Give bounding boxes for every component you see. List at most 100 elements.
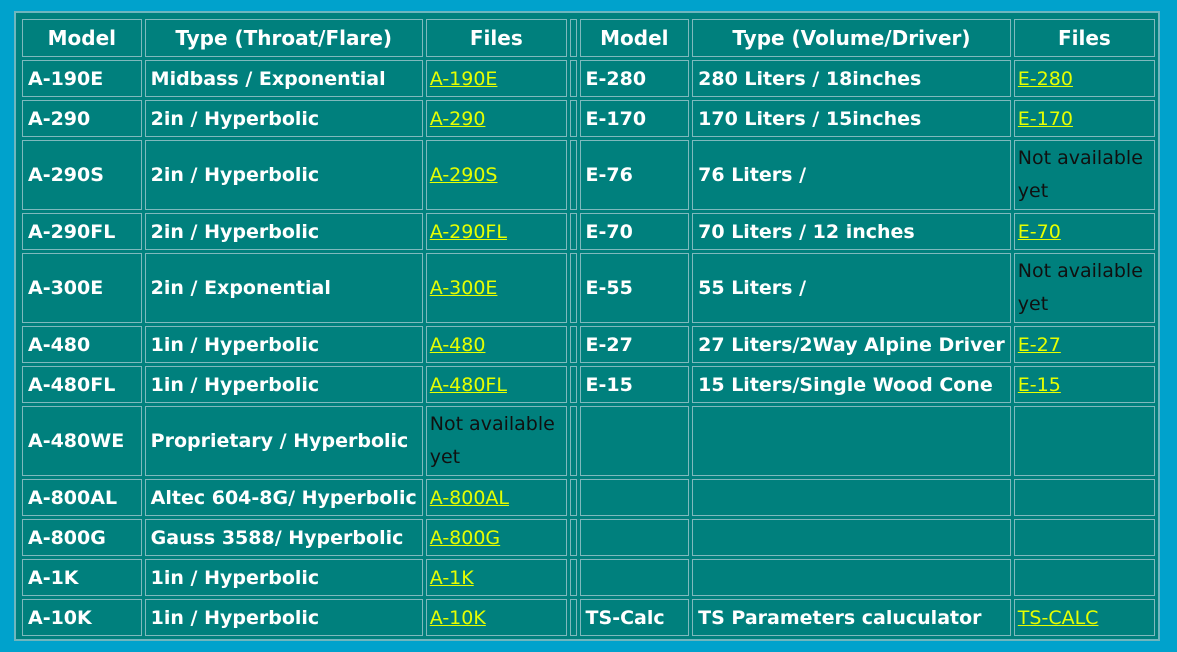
left-model-cell: A-190E bbox=[22, 60, 142, 97]
left-files-cell: A-480 bbox=[425, 326, 567, 363]
right-model-cell: E-55 bbox=[579, 253, 690, 323]
right-model-cell bbox=[579, 406, 690, 476]
left-type-cell: Altec 604-8G/ Hyperbolic bbox=[144, 479, 423, 516]
left-files-cell: A-290FL bbox=[425, 213, 567, 250]
right-type-cell bbox=[692, 479, 1011, 516]
file-link[interactable]: E-280 bbox=[1018, 68, 1073, 90]
right-type-cell: 15 Liters/Single Wood Cone bbox=[692, 366, 1011, 403]
file-link[interactable]: A-290FL bbox=[430, 221, 507, 243]
file-link[interactable]: E-70 bbox=[1018, 221, 1061, 243]
model-table: Model Type (Throat/Flare) Files Model Ty… bbox=[19, 16, 1158, 639]
header-right-model: Model bbox=[579, 19, 690, 57]
left-model-cell: A-300E bbox=[22, 253, 142, 323]
left-model-cell: A-290 bbox=[22, 100, 142, 137]
right-type-cell: 70 Liters / 12 inches bbox=[692, 213, 1011, 250]
column-separator bbox=[569, 599, 577, 636]
left-model-cell: A-290S bbox=[22, 140, 142, 210]
file-link[interactable]: A-800G bbox=[430, 527, 500, 549]
right-type-cell bbox=[692, 519, 1011, 556]
left-type-cell: 2in / Hyperbolic bbox=[144, 140, 423, 210]
right-model-cell: E-15 bbox=[579, 366, 690, 403]
right-type-cell: 55 Liters / bbox=[692, 253, 1011, 323]
right-files-cell: E-27 bbox=[1013, 326, 1155, 363]
left-model-cell: A-290FL bbox=[22, 213, 142, 250]
right-type-cell bbox=[692, 559, 1011, 596]
left-files-cell: A-800AL bbox=[425, 479, 567, 516]
right-type-cell bbox=[692, 406, 1011, 476]
file-link[interactable]: E-170 bbox=[1018, 108, 1073, 130]
right-type-cell: 27 Liters/2Way Alpine Driver bbox=[692, 326, 1011, 363]
column-separator bbox=[569, 366, 577, 403]
left-files-cell: A-300E bbox=[425, 253, 567, 323]
left-files-cell: A-290 bbox=[425, 100, 567, 137]
right-files-cell: E-70 bbox=[1013, 213, 1155, 250]
left-files-cell: A-800G bbox=[425, 519, 567, 556]
right-type-cell: TS Parameters caluculator bbox=[692, 599, 1011, 636]
not-available-text: Not available yet bbox=[1017, 147, 1143, 202]
left-model-cell: A-480WE bbox=[22, 406, 142, 476]
right-files-cell bbox=[1013, 519, 1155, 556]
file-link[interactable]: A-480 bbox=[430, 334, 486, 356]
left-type-cell: 1in / Hyperbolic bbox=[144, 559, 423, 596]
header-row: Model Type (Throat/Flare) Files Model Ty… bbox=[22, 19, 1155, 57]
file-link[interactable]: TS-CALC bbox=[1018, 607, 1099, 629]
file-link[interactable]: A-300E bbox=[430, 277, 498, 299]
right-files-cell: Not available yet bbox=[1013, 140, 1155, 210]
file-link[interactable]: A-480FL bbox=[430, 374, 507, 396]
right-files-cell bbox=[1013, 559, 1155, 596]
table-row: A-10K 1in / Hyperbolic A-10K TS-Calc TS Para… bbox=[22, 599, 1155, 636]
table-row: A-290S 2in / Hyperbolic A-290S E-76 76 Liter… bbox=[22, 140, 1155, 210]
not-available-text: Not available yet bbox=[429, 413, 555, 468]
model-table-container: Model Type (Throat/Flare) Files Model Ty… bbox=[14, 11, 1160, 641]
right-type-cell: 280 Liters / 18inches bbox=[692, 60, 1011, 97]
left-type-cell: 2in / Exponential bbox=[144, 253, 423, 323]
column-separator bbox=[569, 479, 577, 516]
file-link[interactable]: A-190E bbox=[430, 68, 498, 90]
table-row: A-290 2in / Hyperbolic A-290 E-170 170 Liter… bbox=[22, 100, 1155, 137]
header-right-files: Files bbox=[1013, 19, 1155, 57]
right-files-cell: E-280 bbox=[1013, 60, 1155, 97]
column-separator bbox=[569, 60, 577, 97]
left-type-cell: 1in / Hyperbolic bbox=[144, 599, 423, 636]
table-row: A-290FL 2in / Hyperbolic A-290FL E-70 70 Lit… bbox=[22, 213, 1155, 250]
column-separator bbox=[569, 19, 577, 57]
right-type-cell: 76 Liters / bbox=[692, 140, 1011, 210]
left-model-cell: A-800AL bbox=[22, 479, 142, 516]
left-files-cell: A-480FL bbox=[425, 366, 567, 403]
left-type-cell: Gauss 3588/ Hyperbolic bbox=[144, 519, 423, 556]
right-model-cell bbox=[579, 559, 690, 596]
right-files-cell: Not available yet bbox=[1013, 253, 1155, 323]
left-model-cell: A-480FL bbox=[22, 366, 142, 403]
right-files-cell: E-15 bbox=[1013, 366, 1155, 403]
table-row: A-800AL Altec 604-8G/ Hyperbolic A-800AL bbox=[22, 479, 1155, 516]
left-type-cell: 1in / Hyperbolic bbox=[144, 366, 423, 403]
right-files-cell: TS-CALC bbox=[1013, 599, 1155, 636]
not-available-text: Not available yet bbox=[1017, 260, 1143, 315]
file-link[interactable]: A-800AL bbox=[430, 487, 509, 509]
column-separator bbox=[569, 213, 577, 250]
header-left-model: Model bbox=[22, 19, 142, 57]
file-link[interactable]: A-10K bbox=[430, 607, 486, 629]
right-files-cell bbox=[1013, 479, 1155, 516]
left-type-cell: Midbass / Exponential bbox=[144, 60, 423, 97]
file-link[interactable]: A-290 bbox=[430, 108, 486, 130]
table-row: A-190E Midbass / Exponential A-190E E-280 28… bbox=[22, 60, 1155, 97]
table-row: A-480 1in / Hyperbolic A-480 E-27 27 Liters/… bbox=[22, 326, 1155, 363]
file-link[interactable]: A-1K bbox=[430, 567, 474, 589]
left-model-cell: A-480 bbox=[22, 326, 142, 363]
left-files-cell: A-190E bbox=[425, 60, 567, 97]
column-separator bbox=[569, 406, 577, 476]
left-files-cell: A-1K bbox=[425, 559, 567, 596]
left-type-cell: 2in / Hyperbolic bbox=[144, 213, 423, 250]
file-link[interactable]: A-290S bbox=[430, 164, 498, 186]
left-files-cell: Not available yet bbox=[425, 406, 567, 476]
right-model-cell: E-170 bbox=[579, 100, 690, 137]
table-row: A-800G Gauss 3588/ Hyperbolic A-800G bbox=[22, 519, 1155, 556]
file-link[interactable]: E-15 bbox=[1018, 374, 1061, 396]
right-model-cell bbox=[579, 479, 690, 516]
table-row: A-1K 1in / Hyperbolic A-1K bbox=[22, 559, 1155, 596]
left-model-cell: A-10K bbox=[22, 599, 142, 636]
right-model-cell: TS-Calc bbox=[579, 599, 690, 636]
column-separator bbox=[569, 326, 577, 363]
file-link[interactable]: E-27 bbox=[1018, 334, 1061, 356]
